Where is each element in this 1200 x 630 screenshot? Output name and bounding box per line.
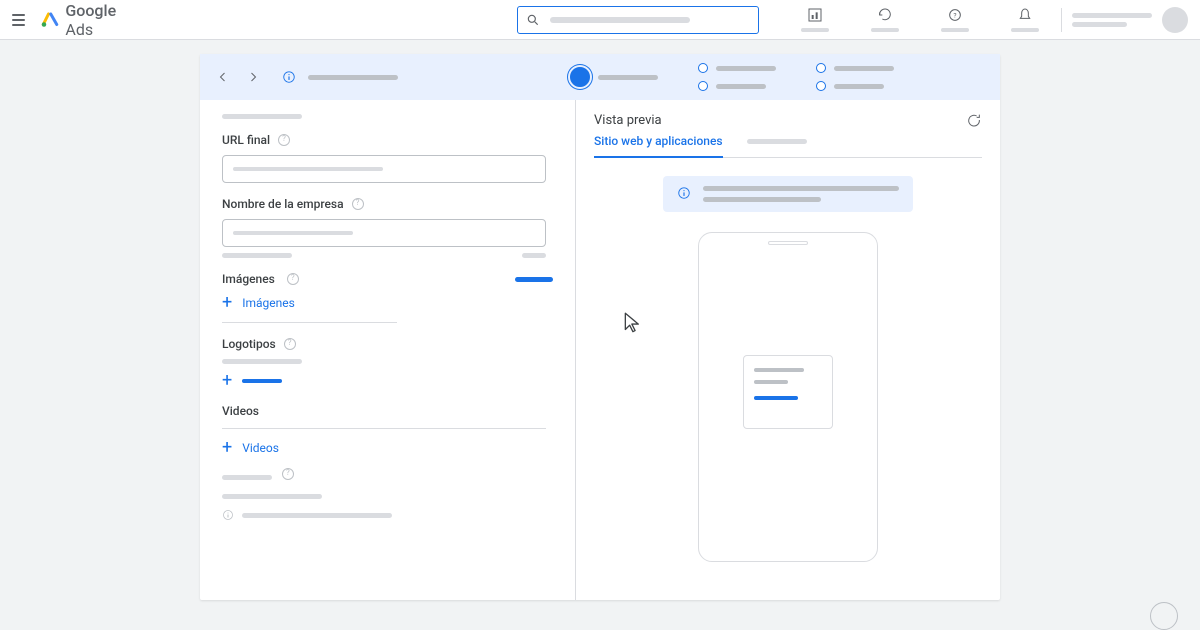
top-tools: ? (795, 7, 1045, 32)
logos-label: Logotipos (222, 337, 276, 351)
back-button[interactable] (214, 68, 232, 86)
ads-logo-icon (41, 11, 59, 29)
search-placeholder (550, 17, 690, 23)
info-icon (222, 509, 234, 521)
add-videos-button[interactable]: + Videos (222, 439, 553, 457)
refresh-preview-icon[interactable] (966, 112, 982, 128)
avatar[interactable] (1162, 7, 1188, 33)
product-logo[interactable]: Google Ads (41, 1, 120, 39)
help-icon[interactable] (287, 273, 299, 285)
main-area: URL final Nombre de la empresa (0, 40, 1200, 600)
section-placeholder (222, 114, 302, 119)
reports-icon[interactable] (795, 7, 835, 32)
step-current[interactable] (570, 67, 590, 87)
add-images-label: Imágenes (242, 296, 295, 310)
progress-indicator (515, 277, 553, 282)
images-label: Imágenes (222, 272, 275, 286)
editor-body: URL final Nombre de la empresa (200, 100, 1000, 600)
section-images: Imágenes + Imágenes (222, 272, 553, 323)
preview-tabs: Sitio web y aplicaciones (594, 134, 982, 158)
final-url-label: URL final (222, 133, 270, 147)
step-item[interactable] (698, 81, 708, 91)
plus-icon: + (222, 372, 232, 390)
preview-panel: Vista previa Sitio web y aplicaciones (575, 100, 1000, 600)
help-icon[interactable]: ? (935, 7, 975, 32)
stepper (570, 63, 894, 91)
editor-card: URL final Nombre de la empresa (200, 54, 1000, 600)
cursor-icon (621, 310, 647, 336)
help-icon[interactable] (352, 198, 364, 210)
section-final-url: URL final (222, 133, 553, 183)
ad-card (743, 355, 833, 429)
refresh-icon[interactable] (865, 7, 905, 32)
step-item[interactable] (816, 63, 826, 73)
breadcrumb-placeholder (308, 75, 398, 80)
phone-preview (698, 232, 878, 562)
section-logos: Logotipos + (222, 337, 553, 390)
menu-icon[interactable] (12, 14, 25, 26)
add-images-button[interactable]: + Imágenes (222, 294, 553, 312)
divider (1061, 8, 1062, 32)
search-icon (526, 13, 540, 27)
info-icon (677, 186, 691, 200)
step-item[interactable] (816, 81, 826, 91)
tab-placeholder[interactable] (747, 134, 807, 157)
stepper-bar (200, 54, 1000, 100)
help-icon[interactable] (282, 468, 294, 480)
brand-text: Google Ads (65, 1, 120, 39)
help-icon[interactable] (278, 134, 290, 146)
help-icon[interactable] (284, 338, 296, 350)
videos-label: Videos (222, 404, 259, 418)
svg-text:?: ? (953, 12, 956, 20)
preview-info-banner (663, 176, 913, 212)
top-bar: Google Ads ? (0, 0, 1200, 40)
plus-icon: + (222, 294, 232, 312)
section-company: Nombre de la empresa (222, 197, 553, 258)
company-input[interactable] (222, 219, 546, 247)
add-videos-label: Videos (242, 441, 279, 455)
search-input[interactable] (517, 6, 759, 34)
final-url-input[interactable] (222, 155, 546, 183)
step-item[interactable] (698, 63, 708, 73)
account-line (1072, 22, 1127, 27)
company-label: Nombre de la empresa (222, 197, 344, 211)
divider (222, 322, 397, 323)
notifications-icon[interactable] (1005, 7, 1045, 32)
preview-title: Vista previa (594, 113, 662, 128)
account-line (1072, 13, 1152, 18)
forward-button[interactable] (244, 68, 262, 86)
divider (222, 428, 546, 429)
plus-icon: + (222, 439, 232, 457)
phone-speaker (768, 241, 808, 245)
section-videos: Videos + Videos (222, 404, 553, 521)
form-panel: URL final Nombre de la empresa (200, 100, 575, 600)
tab-web-apps[interactable]: Sitio web y aplicaciones (594, 134, 723, 158)
add-logos-button[interactable]: + (222, 372, 553, 390)
info-icon[interactable] (282, 70, 296, 84)
